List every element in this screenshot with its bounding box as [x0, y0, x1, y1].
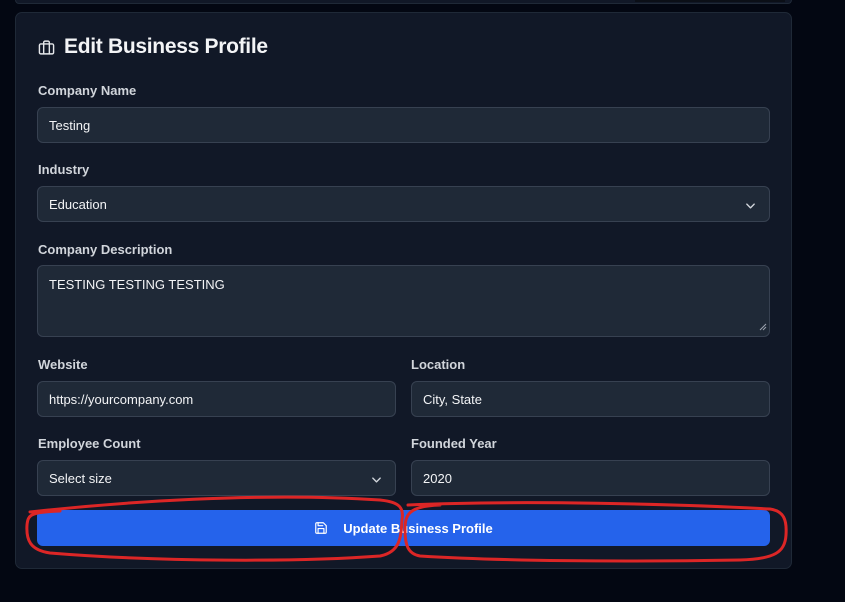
founded-year-label: Founded Year: [411, 436, 497, 451]
page-title: Edit Business Profile: [64, 35, 268, 58]
location-value: City, State: [423, 391, 483, 407]
edit-profile-card: Edit Business Profile Company Name Testi…: [15, 12, 792, 569]
chevron-down-icon: [745, 199, 756, 214]
industry-label: Industry: [38, 162, 90, 177]
employee-count-select[interactable]: Select size: [37, 460, 396, 496]
employee-count-value: Select size: [49, 470, 112, 486]
industry-select[interactable]: Education: [37, 186, 770, 222]
founded-year-value: 2020: [423, 470, 452, 486]
description-textarea[interactable]: TESTING TESTING TESTING: [37, 265, 770, 337]
description-value: TESTING TESTING TESTING: [49, 277, 225, 292]
description-label: Company Description: [38, 242, 173, 257]
card-header: Edit Business Profile: [38, 35, 268, 59]
resize-handle-icon[interactable]: [759, 319, 767, 334]
location-label: Location: [411, 357, 466, 372]
top-strip-tab: [635, 0, 785, 2]
chevron-down-icon: [371, 473, 382, 488]
company-name-input[interactable]: Testing: [37, 107, 770, 143]
update-profile-label: Update Business Profile: [343, 520, 493, 536]
industry-value: Education: [49, 196, 107, 212]
briefcase-icon: [38, 39, 55, 56]
update-profile-button[interactable]: Update Business Profile: [37, 510, 770, 546]
employee-count-label: Employee Count: [38, 436, 141, 451]
website-input[interactable]: https://yourcompany.com: [37, 381, 396, 417]
company-name-label: Company Name: [38, 83, 137, 98]
founded-year-input[interactable]: 2020: [411, 460, 770, 496]
website-label: Website: [38, 357, 88, 372]
company-name-value: Testing: [49, 117, 91, 133]
website-value: https://yourcompany.com: [49, 391, 194, 407]
save-icon: [314, 521, 328, 535]
location-input[interactable]: City, State: [411, 381, 770, 417]
